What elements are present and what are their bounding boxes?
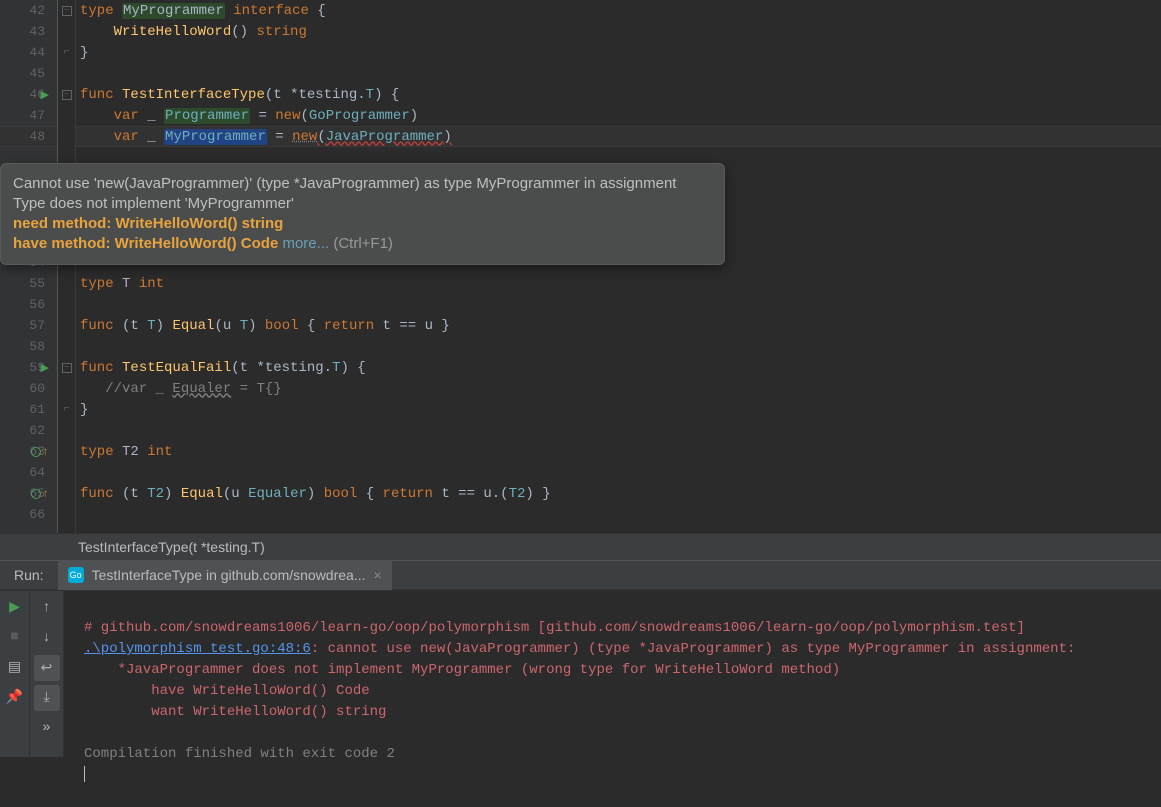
console-line: Compilation finished with exit code 2: [84, 746, 395, 762]
code-line[interactable]: var _ MyProgrammer = new(JavaProgrammer): [76, 126, 1161, 147]
layout-icon[interactable]: ▤: [5, 657, 25, 677]
code-line[interactable]: type T2 int: [76, 441, 1161, 462]
error-tooltip: Cannot use 'new(JavaProgrammer)' (type *…: [0, 163, 725, 265]
line-number[interactable]: 42: [0, 0, 57, 21]
line-number[interactable]: 57: [0, 315, 57, 336]
line-number[interactable]: 47: [0, 105, 57, 126]
code-line[interactable]: }: [76, 42, 1161, 63]
line-number[interactable]: 61: [0, 399, 57, 420]
tooltip-shortcut: (Ctrl+F1): [329, 235, 393, 252]
line-number[interactable]: 46▶: [0, 84, 57, 105]
line-number[interactable]: 64: [0, 462, 57, 483]
fold-toggle-icon[interactable]: −: [62, 90, 72, 100]
fold-toggle-icon[interactable]: −: [62, 6, 72, 16]
code-line[interactable]: //var _ Equaler = T{}: [76, 378, 1161, 399]
line-number[interactable]: 44: [0, 42, 57, 63]
run-label: Run:: [0, 567, 58, 583]
tooltip-message: Cannot use 'new(JavaProgrammer)' (type *…: [13, 174, 712, 194]
scroll-to-end-icon[interactable]: ⤓: [34, 685, 60, 711]
up-arrow-icon[interactable]: ↑: [34, 595, 60, 621]
tooltip-message: Type does not implement 'MyProgrammer': [13, 194, 712, 214]
run-test-icon[interactable]: ▶: [41, 361, 49, 375]
tooltip-more-link[interactable]: more...: [282, 235, 329, 252]
code-line[interactable]: func (t T2) Equal(u Equaler) bool { retu…: [76, 483, 1161, 504]
code-line[interactable]: [76, 420, 1161, 441]
fold-toggle-icon[interactable]: −: [62, 363, 72, 373]
line-number[interactable]: 45: [0, 63, 57, 84]
code-line[interactable]: type T int: [76, 273, 1161, 294]
down-arrow-icon[interactable]: ↓: [34, 625, 60, 651]
code-line[interactable]: [76, 336, 1161, 357]
console-left-toolbar: ▶ ■ ▤ 📌: [0, 591, 30, 757]
go-icon: Go: [68, 567, 84, 583]
console-line: # github.com/snowdreams1006/learn-go/oop…: [84, 620, 1025, 636]
code-line[interactable]: [76, 462, 1161, 483]
console-line: *JavaProgrammer does not implement MyPro…: [84, 662, 840, 678]
code-line[interactable]: func TestInterfaceType(t *testing.T) {: [76, 84, 1161, 105]
line-number[interactable]: 59▶: [0, 357, 57, 378]
run-tab-title: TestInterfaceType in github.com/snowdrea…: [92, 567, 366, 583]
line-number[interactable]: 60: [0, 378, 57, 399]
tooltip-have: have method: WriteHelloWord() Code: [13, 235, 282, 252]
code-editor[interactable]: type MyProgrammer interface { WriteHello…: [76, 0, 1161, 533]
console-line: : cannot use new(JavaProgrammer) (type *…: [311, 641, 1076, 657]
line-number[interactable]: 56: [0, 294, 57, 315]
editor-gutter: 42 43 44 45 46▶ 47 48 54 55 56 57 58 59▶…: [0, 0, 58, 533]
code-line[interactable]: }: [76, 399, 1161, 420]
close-icon[interactable]: ×: [374, 567, 382, 583]
line-number[interactable]: 65↑: [0, 483, 57, 504]
console-toolbar: ↑ ↓ ↩ ⤓ »: [30, 591, 64, 757]
line-number[interactable]: 63↑: [0, 441, 57, 462]
implements-icon[interactable]: ↑: [31, 445, 49, 459]
code-line[interactable]: func (t T) Equal(u T) bool { return t ==…: [76, 315, 1161, 336]
line-number[interactable]: 58: [0, 336, 57, 357]
run-tab[interactable]: Go TestInterfaceType in github.com/snowd…: [58, 560, 392, 590]
console-file-link[interactable]: .\polymorphism_test.go:48:6: [84, 641, 311, 657]
run-test-icon[interactable]: ▶: [41, 88, 49, 102]
code-line[interactable]: [76, 63, 1161, 84]
line-number[interactable]: 66: [0, 504, 57, 525]
code-line[interactable]: func TestEqualFail(t *testing.T) {: [76, 357, 1161, 378]
fold-end-icon: ⌐: [63, 404, 69, 415]
more-icon[interactable]: »: [34, 715, 60, 741]
code-line[interactable]: [76, 294, 1161, 315]
console-line: want WriteHelloWord() string: [84, 704, 386, 720]
line-number[interactable]: 55: [0, 273, 57, 294]
run-panel-header: Run: Go TestInterfaceType in github.com/…: [0, 560, 1161, 590]
console-output[interactable]: # github.com/snowdreams1006/learn-go/oop…: [64, 591, 1161, 757]
code-line[interactable]: var _ Programmer = new(GoProgrammer): [76, 105, 1161, 126]
console-line: have WriteHelloWord() Code: [84, 683, 370, 699]
line-number[interactable]: 62: [0, 420, 57, 441]
stop-icon[interactable]: ■: [5, 627, 25, 647]
code-line[interactable]: WriteHelloWord() string: [76, 21, 1161, 42]
pin-icon[interactable]: 📌: [5, 687, 25, 707]
code-line[interactable]: type MyProgrammer interface {: [76, 0, 1161, 21]
breadcrumb[interactable]: TestInterfaceType(t *testing.T): [0, 533, 1161, 560]
implements-icon[interactable]: ↑: [31, 487, 49, 501]
rerun-icon[interactable]: ▶: [5, 597, 25, 617]
fold-column: − ⌐ − − ⌐: [58, 0, 76, 533]
fold-end-icon: ⌐: [63, 47, 69, 58]
soft-wrap-icon[interactable]: ↩: [34, 655, 60, 681]
tooltip-need: need method: WriteHelloWord() string: [13, 214, 712, 234]
line-number[interactable]: 43: [0, 21, 57, 42]
line-number[interactable]: 48: [0, 126, 57, 147]
console-cursor: [84, 766, 85, 782]
code-line[interactable]: [76, 504, 1161, 525]
